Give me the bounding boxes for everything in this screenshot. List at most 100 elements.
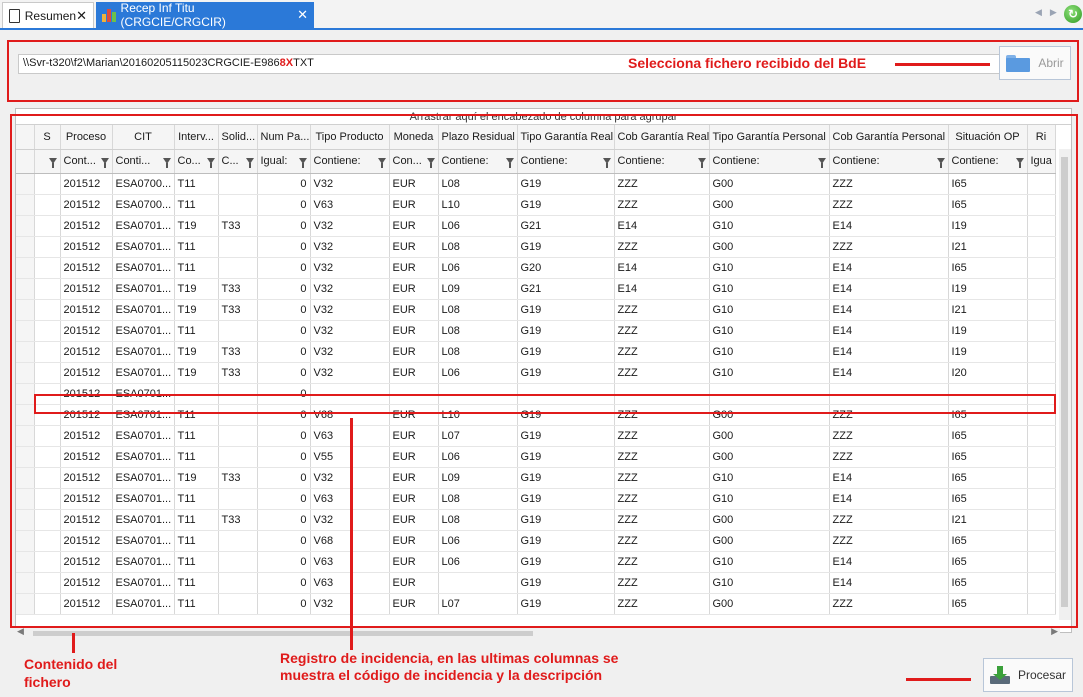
table-cell[interactable]: ZZZ	[829, 236, 949, 258]
table-cell[interactable]: 0	[257, 572, 311, 594]
table-cell[interactable]: ZZZ	[614, 404, 710, 426]
table-cell[interactable]: EUR	[389, 194, 439, 216]
table-cell[interactable]: T11	[174, 404, 219, 426]
table-cell[interactable]: T11	[174, 320, 219, 342]
table-cell[interactable]: I21	[948, 509, 1028, 531]
row-indicator[interactable]	[16, 362, 35, 384]
table-cell[interactable]: I65	[948, 572, 1028, 594]
table-cell[interactable]: ESA0700...	[112, 194, 175, 216]
table-row[interactable]: 201512 ESA0701... T11 0 V63 EUR L06 G19 ZZZ G10 E1…	[16, 551, 1056, 573]
column-header[interactable]: Cob Garantía Real	[614, 125, 710, 150]
table-cell[interactable]: G19	[517, 194, 615, 216]
table-cell[interactable]: ZZZ	[614, 299, 710, 321]
table-cell[interactable]: L09	[438, 278, 518, 300]
table-cell[interactable]: T11	[174, 257, 219, 279]
table-cell[interactable]: 201512	[60, 215, 113, 237]
table-cell[interactable]: ZZZ	[829, 404, 949, 426]
table-cell[interactable]: 0	[257, 383, 311, 405]
table-cell[interactable]: T19	[174, 467, 219, 489]
table-cell[interactable]: ESA0701...	[112, 320, 175, 342]
table-cell[interactable]: T19	[174, 215, 219, 237]
table-cell[interactable]: E14	[829, 320, 949, 342]
table-cell[interactable]: ZZZ	[614, 593, 710, 615]
table-cell[interactable]: ZZZ	[829, 593, 949, 615]
row-indicator[interactable]	[16, 446, 35, 468]
table-cell[interactable]: I65	[948, 404, 1028, 426]
table-cell[interactable]	[218, 572, 258, 594]
table-cell[interactable]: G19	[517, 530, 615, 552]
table-cell[interactable]: G10	[709, 362, 830, 384]
column-header[interactable]: CIT	[112, 125, 175, 150]
table-cell[interactable]: G19	[517, 572, 615, 594]
row-indicator[interactable]	[16, 572, 35, 594]
table-row[interactable]: 201512 ESA0701... T11 0 V55 EUR L06 G19 ZZZ G00 ZZ…	[16, 446, 1056, 468]
column-filter[interactable]: Contiene:	[614, 149, 710, 174]
table-cell[interactable]	[1027, 215, 1056, 237]
table-cell[interactable]: G21	[517, 278, 615, 300]
column-filter[interactable]: Co...	[174, 149, 219, 174]
table-cell[interactable]	[1027, 425, 1056, 447]
table-cell[interactable]	[438, 383, 518, 405]
tab-recep-inf-titu[interactable]: Recep Inf Titu (CRGCIE/CRGCIR) ✕	[96, 1, 314, 29]
table-cell[interactable]: ZZZ	[614, 173, 710, 195]
table-cell[interactable]: EUR	[389, 446, 439, 468]
table-row[interactable]: 201512 ESA0701... T11 0 V63 EUR L08 G19 ZZZ G10 E1…	[16, 488, 1056, 510]
table-cell[interactable]: EUR	[389, 341, 439, 363]
table-cell[interactable]	[517, 383, 615, 405]
column-filter[interactable]: Contiene:	[310, 149, 390, 174]
table-cell[interactable]	[218, 194, 258, 216]
table-cell[interactable]: T11	[174, 593, 219, 615]
table-row[interactable]: 201512 ESA0701... T11 0 V63 EUR L07 G19 ZZZ G00 ZZ…	[16, 425, 1056, 447]
table-cell[interactable]: E14	[829, 572, 949, 594]
table-row[interactable]: 201512 ESA0701... T11 T33 0 V32 EUR L08 G19 ZZZ G0…	[16, 509, 1056, 531]
table-cell[interactable]: L10	[438, 194, 518, 216]
table-cell[interactable]: EUR	[389, 551, 439, 573]
filter-icon[interactable]	[377, 158, 386, 168]
table-cell[interactable]	[34, 467, 61, 489]
table-cell[interactable]: G21	[517, 215, 615, 237]
table-cell[interactable]	[34, 215, 61, 237]
table-cell[interactable]: 201512	[60, 593, 113, 615]
table-cell[interactable]	[1027, 593, 1056, 615]
row-indicator[interactable]	[16, 278, 35, 300]
table-cell[interactable]: 201512	[60, 194, 113, 216]
table-cell[interactable]: T11	[174, 194, 219, 216]
column-filter[interactable]: Contiene:	[829, 149, 949, 174]
table-cell[interactable]: ZZZ	[614, 488, 710, 510]
row-indicator[interactable]	[16, 194, 35, 216]
table-cell[interactable]: 201512	[60, 299, 113, 321]
table-cell[interactable]: V32	[310, 173, 390, 195]
close-icon[interactable]: ✕	[297, 7, 308, 23]
table-cell[interactable]: T19	[174, 299, 219, 321]
table-cell[interactable]	[829, 383, 949, 405]
row-indicator[interactable]	[16, 404, 35, 426]
table-cell[interactable]: T11	[174, 173, 219, 195]
table-cell[interactable]: 201512	[60, 572, 113, 594]
table-cell[interactable]: 0	[257, 257, 311, 279]
table-cell[interactable]: G10	[709, 320, 830, 342]
table-cell[interactable]: EUR	[389, 257, 439, 279]
filter-icon[interactable]	[426, 158, 435, 168]
filter-icon[interactable]	[817, 158, 826, 168]
table-cell[interactable]: V32	[310, 299, 390, 321]
table-cell[interactable]: G19	[517, 425, 615, 447]
table-cell[interactable]: G19	[517, 404, 615, 426]
table-cell[interactable]: ZZZ	[614, 467, 710, 489]
table-cell[interactable]: G00	[709, 446, 830, 468]
table-cell[interactable]: E14	[829, 299, 949, 321]
table-cell[interactable]: T33	[218, 215, 258, 237]
table-cell[interactable]: E14	[614, 278, 710, 300]
table-cell[interactable]: V32	[310, 341, 390, 363]
table-cell[interactable]: EUR	[389, 362, 439, 384]
table-cell[interactable]: ZZZ	[829, 173, 949, 195]
table-cell[interactable]: 0	[257, 488, 311, 510]
table-cell[interactable]: ZZZ	[614, 194, 710, 216]
table-cell[interactable]: I65	[948, 467, 1028, 489]
table-cell[interactable]: T19	[174, 278, 219, 300]
table-cell[interactable]: 201512	[60, 467, 113, 489]
table-cell[interactable]: T33	[218, 278, 258, 300]
table-cell[interactable]: ZZZ	[614, 341, 710, 363]
table-cell[interactable]: ESA0701...	[112, 509, 175, 531]
table-cell[interactable]	[948, 383, 1028, 405]
table-cell[interactable]	[218, 320, 258, 342]
